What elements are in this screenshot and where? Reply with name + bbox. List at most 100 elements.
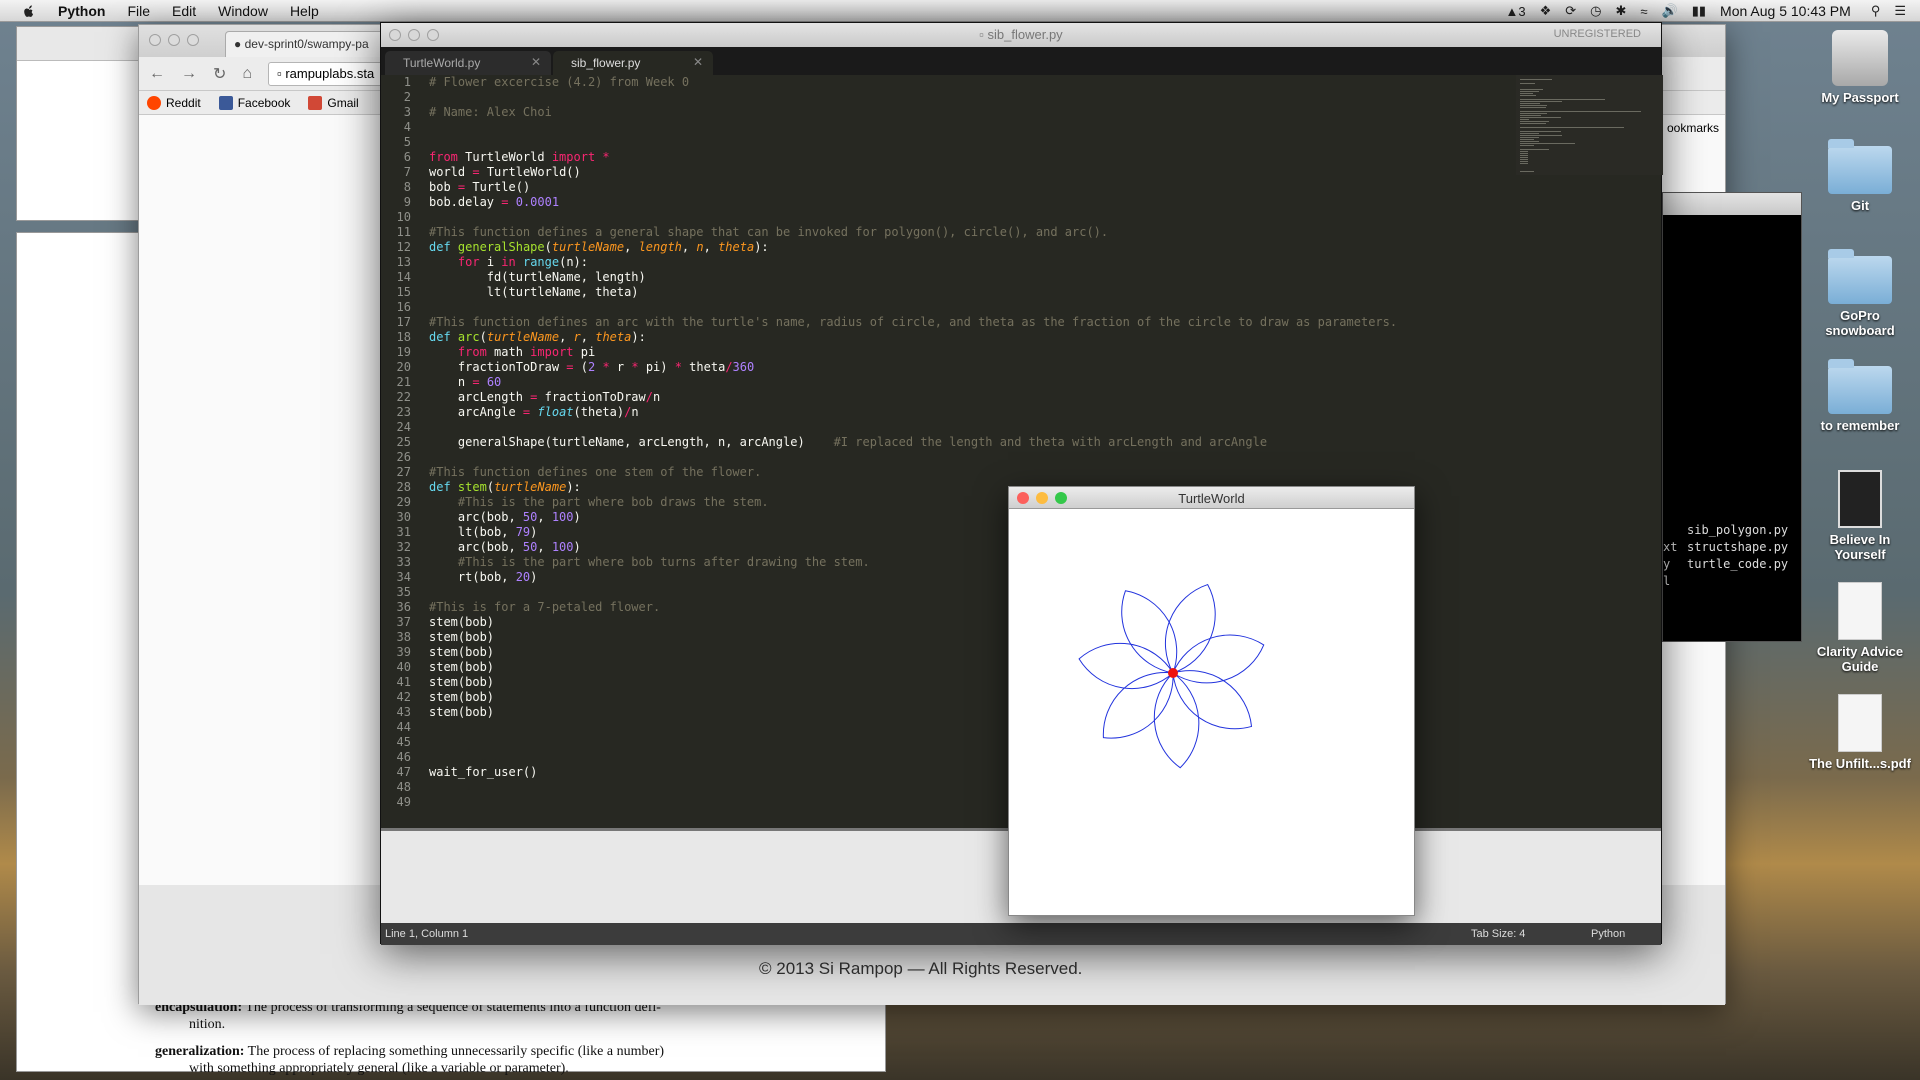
menu-edit[interactable]: Edit — [172, 3, 196, 19]
desktop-icon[interactable]: Believe In Yourself — [1808, 470, 1912, 562]
code-line[interactable]: 24 — [381, 420, 1516, 435]
drive-icon — [1832, 30, 1888, 86]
petal — [1102, 672, 1174, 739]
code-line[interactable]: 17 #This function defines an arc with the… — [381, 315, 1516, 330]
bluetooth-icon[interactable]: ✱ — [1616, 3, 1627, 19]
line-number: 48 — [396, 780, 411, 794]
code-line[interactable]: 3 # Name: Alex Choi — [381, 105, 1516, 120]
code-line[interactable]: 8 bob = Turtle() — [381, 180, 1516, 195]
desktop-icon[interactable]: Clarity Advice Guide — [1808, 582, 1912, 674]
close-tab-icon[interactable]: ✕ — [531, 55, 541, 69]
code-line[interactable]: 14 fd(turtleName, length) — [381, 270, 1516, 285]
code-line[interactable]: 11 #This function defines a general shape… — [381, 225, 1516, 240]
terminal-window: sib_polygon.py structshape.py turtle_cod… — [1662, 192, 1802, 642]
code-line[interactable]: 21 n = 60 — [381, 375, 1516, 390]
code-line[interactable]: 27 #This function defines one stem of the… — [381, 465, 1516, 480]
code-line[interactable]: 19 from math import pi — [381, 345, 1516, 360]
minimap[interactable] — [1516, 75, 1663, 175]
menu-window[interactable]: Window — [218, 3, 268, 19]
line-text: bob.delay = 0.0001 — [429, 195, 560, 209]
terminal-fragment: l — [1663, 574, 1671, 588]
menu-file[interactable]: File — [127, 3, 150, 19]
back-icon[interactable]: ← — [149, 65, 165, 83]
close-button[interactable] — [149, 34, 161, 46]
code-line[interactable]: 9 bob.delay = 0.0001 — [381, 195, 1516, 210]
other-bookmarks[interactable]: ookmarks — [1667, 121, 1719, 135]
code-line[interactable]: 6 from TurtleWorld import * — [381, 150, 1516, 165]
time-machine-icon[interactable]: ◷ — [1590, 3, 1601, 19]
desktop-icon[interactable]: My Passport — [1808, 30, 1912, 105]
adobe-icon[interactable]: ▲3 — [1505, 4, 1525, 19]
desktop-icon[interactable]: GoPro snowboard — [1808, 249, 1912, 338]
line-text: stem(bob) — [429, 690, 495, 704]
minimap-line — [1520, 135, 1563, 136]
tab-size-selector[interactable]: Tab Size: 4 — [1471, 928, 1525, 940]
code-line[interactable]: 1 # Flower excercise (4.2) from Week 0 — [381, 75, 1516, 90]
facebook-icon — [218, 95, 233, 110]
code-line[interactable]: 13 for i in range(n): — [381, 255, 1516, 270]
menu-clock[interactable]: Mon Aug 5 10:43 PM — [1720, 3, 1851, 19]
glossary-definition-cont: nition. — [189, 1017, 226, 1032]
battery-icon[interactable]: ▮▮ — [1692, 3, 1706, 19]
code-line[interactable]: 20 fractionToDraw = (2 * r * pi) * theta… — [381, 360, 1516, 375]
minimap-line — [1520, 91, 1539, 92]
spotlight-icon[interactable]: ⚲ — [1871, 3, 1881, 19]
bookmark-label: Gmail — [327, 95, 359, 110]
desktop-icon[interactable]: The Unfilt...s.pdf — [1808, 694, 1912, 771]
bookmark-facebook[interactable]: Facebook — [218, 95, 291, 110]
syntax-selector[interactable]: Python — [1591, 928, 1625, 940]
code-line[interactable]: 26 — [381, 450, 1516, 465]
turtle-canvas — [1078, 583, 1265, 769]
line-text: world = TurtleWorld() — [429, 165, 581, 179]
desktop-icon[interactable]: to remember — [1808, 359, 1912, 433]
code-line[interactable]: 25 generalShape(turtleName, arcLength, n… — [381, 435, 1516, 450]
code-line[interactable]: 18 def arc(turtleName, r, theta): — [381, 330, 1516, 345]
tab-label: TurtleWorld.py — [403, 56, 481, 70]
minimize-button[interactable] — [168, 34, 180, 46]
minimap-line — [1520, 119, 1529, 120]
code-line[interactable]: 7 world = TurtleWorld() — [381, 165, 1516, 180]
code-line[interactable]: 2 — [381, 90, 1516, 105]
tab-turtleworld[interactable]: TurtleWorld.py ✕ — [385, 51, 551, 75]
code-line[interactable]: 12 def generalShape(turtleName, length, n… — [381, 240, 1516, 255]
pdf-viewer-window — [16, 26, 140, 221]
line-text — [411, 585, 429, 600]
code-line[interactable]: 23 arcAngle = float(theta)/n — [381, 405, 1516, 420]
volume-icon[interactable]: 🔊 — [1662, 3, 1678, 19]
home-icon[interactable]: ⌂ — [242, 65, 252, 83]
menu-app-python[interactable]: Python — [58, 3, 105, 19]
wifi-icon[interactable]: ≈ — [1640, 4, 1647, 19]
code-line[interactable]: 22 arcLength = fractionToDraw/n — [381, 390, 1516, 405]
gmail-icon — [308, 95, 323, 110]
bookmark-reddit[interactable]: Reddit — [147, 95, 201, 110]
code-line[interactable]: 4 — [381, 120, 1516, 135]
line-number: 47 — [396, 765, 411, 779]
code-line[interactable]: 15 lt(turtleName, theta) — [381, 285, 1516, 300]
line-text: #This function defines a general shape t… — [429, 225, 1109, 239]
line-text: bob = Turtle() — [429, 180, 531, 194]
reload-icon[interactable]: ↻ — [213, 64, 226, 84]
line-text — [411, 735, 429, 750]
zoom-button[interactable] — [187, 34, 199, 46]
menu-help[interactable]: Help — [290, 3, 319, 19]
bookmark-label: Facebook — [237, 95, 291, 110]
code-line[interactable]: 10 — [381, 210, 1516, 225]
minimap-line — [1520, 101, 1563, 102]
terminal-file: structshape.py — [1687, 540, 1789, 554]
desktop-icon[interactable]: Git — [1808, 139, 1912, 213]
forward-icon[interactable]: → — [181, 65, 197, 83]
sync-icon[interactable]: ⟳ — [1565, 3, 1576, 19]
code-line[interactable]: 16 — [381, 300, 1516, 315]
menu-bar: Python File Edit Window Help ▲3 ❖ ⟳ ◷ ✱ … — [0, 0, 1920, 22]
notification-center-icon[interactable]: ☰ — [1894, 3, 1906, 19]
tab-sib-flower[interactable]: sib_flower.py ✕ — [553, 51, 713, 75]
code-line[interactable]: 5 — [381, 135, 1516, 150]
line-text: from TurtleWorld import * — [429, 150, 610, 164]
dropbox-icon[interactable]: ❖ — [1540, 3, 1552, 19]
apple-icon[interactable] — [18, 3, 40, 19]
bookmark-gmail[interactable]: Gmail — [308, 95, 359, 110]
close-tab-icon[interactable]: ✕ — [693, 55, 703, 69]
glossary-definition: The process of replacing something unnec… — [247, 1044, 665, 1059]
url-text: rampuplabs.sta — [285, 65, 375, 81]
line-text: arc(bob, 50, 100) — [429, 540, 581, 554]
